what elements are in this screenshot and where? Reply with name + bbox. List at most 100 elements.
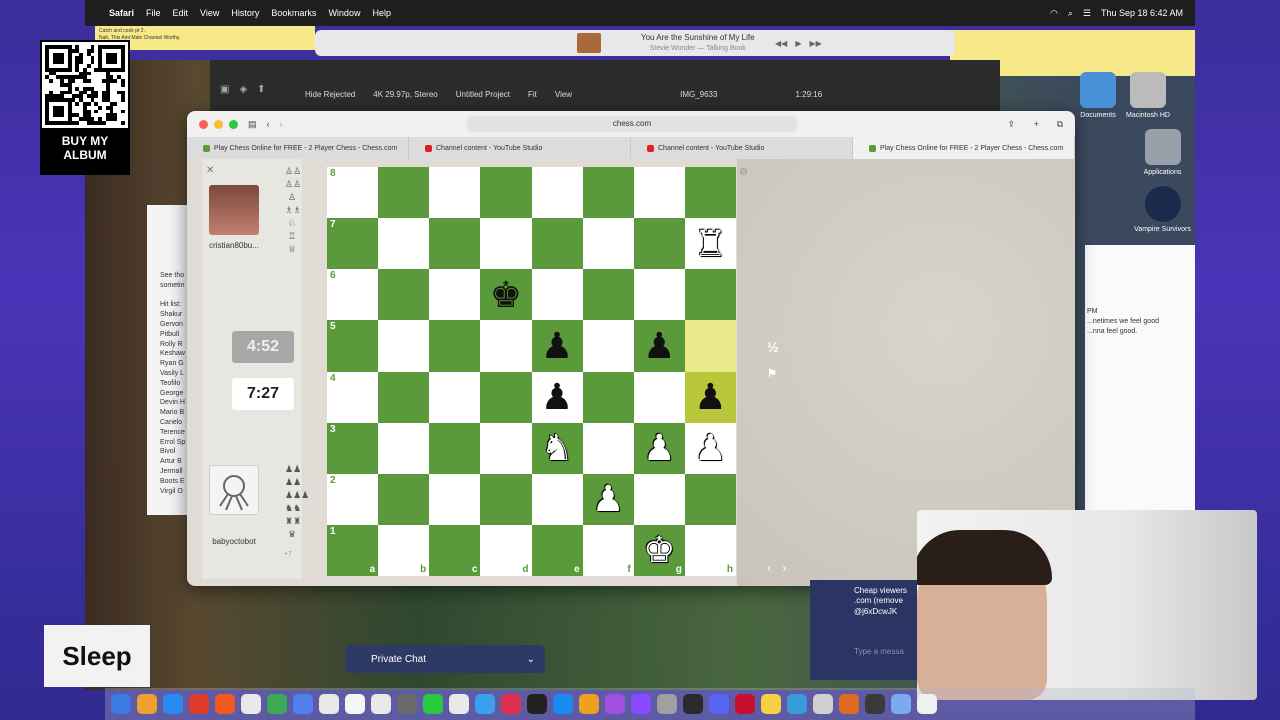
square-c5[interactable] (429, 320, 481, 372)
square-f2[interactable]: ♟ (582, 473, 634, 525)
fit-select[interactable]: Fit (528, 90, 537, 99)
square-d6[interactable]: ♚ (480, 269, 532, 321)
square-g2[interactable] (633, 473, 685, 525)
dock-app-icon[interactable] (709, 694, 729, 714)
square-f1[interactable]: f (582, 524, 634, 576)
player-name[interactable]: babyoctobot (199, 537, 269, 546)
square-a7[interactable]: 7 (327, 218, 379, 270)
sidebar-icon[interactable]: ▤ (248, 119, 257, 130)
dock-app-icon[interactable] (527, 694, 547, 714)
close-window-button[interactable] (199, 119, 208, 129)
square-c6[interactable] (429, 269, 481, 321)
dock-app-icon[interactable] (683, 694, 703, 714)
square-g8[interactable] (633, 167, 685, 219)
zoom-window-button[interactable] (229, 119, 238, 129)
dock-app-icon[interactable] (657, 694, 677, 714)
dock-app-icon[interactable] (319, 694, 339, 714)
settings-gear-icon[interactable]: ⚙ (739, 167, 748, 178)
tab-chess-1[interactable]: Play Chess Online for FREE - 2 Player Ch… (187, 137, 409, 159)
square-h6[interactable] (684, 269, 736, 321)
square-e3[interactable]: ♞ (531, 422, 583, 474)
dock-app-icon[interactable] (735, 694, 755, 714)
square-c3[interactable] (429, 422, 481, 474)
square-e1[interactable]: e (531, 524, 583, 576)
white-piece-e3[interactable]: ♞ (541, 430, 573, 466)
dock-app-icon[interactable] (215, 694, 235, 714)
dock-app-icon[interactable] (137, 694, 157, 714)
black-piece-e5[interactable]: ♟ (541, 327, 573, 364)
square-b2[interactable] (378, 473, 430, 525)
dock-app-icon[interactable] (839, 694, 859, 714)
square-a2[interactable]: 2 (327, 473, 379, 525)
menu-file[interactable]: File (146, 8, 161, 18)
square-a6[interactable]: 6 (327, 269, 379, 321)
dock-app-icon[interactable] (761, 694, 781, 714)
square-a4[interactable]: 4 (327, 371, 379, 423)
previous-move-icon[interactable]: ‹ (767, 561, 771, 575)
square-h3[interactable]: ♟ (684, 422, 736, 474)
square-d1[interactable]: d (480, 524, 532, 576)
dock-app-icon[interactable] (579, 694, 599, 714)
dock-app-icon[interactable] (267, 694, 287, 714)
rewind-icon[interactable]: ◀◀ (775, 39, 787, 48)
dock-app-icon[interactable] (631, 694, 651, 714)
music-miniplayer[interactable]: ◀◀ ▶ ▶▶ You Are the Sunshine of My Life … (315, 30, 955, 56)
share-icon[interactable]: ⇪ (1007, 119, 1015, 130)
dock-app-icon[interactable] (371, 694, 391, 714)
menu-window[interactable]: Window (328, 8, 360, 18)
menu-view[interactable]: View (200, 8, 219, 18)
dock-app-icon[interactable] (813, 694, 833, 714)
dock-app-icon[interactable] (449, 694, 469, 714)
square-d8[interactable] (480, 167, 532, 219)
white-piece-h7[interactable]: ♜ (694, 225, 726, 262)
dock-app-icon[interactable] (163, 694, 183, 714)
white-piece-h3[interactable]: ♟ (694, 430, 726, 466)
forward-icon[interactable]: › (280, 119, 283, 129)
square-c4[interactable] (429, 371, 481, 423)
notes-window[interactable]: PM ...netimes we feel good ...nna feel g… (1085, 245, 1195, 510)
dock-app-icon[interactable] (605, 694, 625, 714)
tab-overview-icon[interactable]: ⧉ (1057, 119, 1063, 130)
black-piece-g5[interactable]: ♟ (643, 327, 675, 364)
offer-draw-button[interactable]: ½ (767, 339, 779, 355)
square-b7[interactable] (378, 218, 430, 270)
square-g1[interactable]: g ♚ (633, 524, 685, 576)
square-h8[interactable] (684, 167, 736, 219)
square-c7[interactable] (429, 218, 481, 270)
square-d2[interactable] (480, 473, 532, 525)
player-avatar[interactable] (209, 465, 259, 515)
square-f6[interactable] (582, 269, 634, 321)
next-move-icon[interactable]: › (782, 561, 786, 575)
square-f7[interactable] (582, 218, 634, 270)
black-piece-h4[interactable]: ♟ (694, 379, 726, 415)
minimize-window-button[interactable] (214, 119, 223, 129)
dock-app-icon[interactable] (787, 694, 807, 714)
square-d7[interactable] (480, 218, 532, 270)
square-g3[interactable]: ♟ (633, 422, 685, 474)
square-f4[interactable] (582, 371, 634, 423)
menu-edit[interactable]: Edit (173, 8, 189, 18)
hide-rejected-select[interactable]: Hide Rejected (305, 90, 355, 99)
dock-app-icon[interactable] (111, 694, 131, 714)
dock-app-icon[interactable] (891, 694, 911, 714)
square-b3[interactable] (378, 422, 430, 474)
square-h1[interactable]: h (684, 524, 736, 576)
black-piece-d6[interactable]: ♚ (490, 276, 522, 313)
desktop-icon-macintosh-hd[interactable]: Macintosh HD (1126, 72, 1170, 119)
tab-chess-active[interactable]: Play Chess Online for FREE - 2 Player Ch… (853, 137, 1075, 159)
opponent-avatar[interactable] (209, 185, 259, 235)
opponent-name[interactable]: cristian80bu... (199, 241, 269, 250)
search-icon[interactable]: ⌕ (1068, 8, 1073, 19)
square-f5[interactable] (582, 320, 634, 372)
square-e4[interactable]: ♟ (531, 371, 583, 423)
square-e7[interactable] (531, 218, 583, 270)
square-a3[interactable]: 3 (327, 422, 379, 474)
square-d3[interactable] (480, 422, 532, 474)
private-chat-button[interactable]: Private Chat ⌄ (345, 645, 545, 673)
square-b4[interactable] (378, 371, 430, 423)
square-b5[interactable] (378, 320, 430, 372)
square-e6[interactable] (531, 269, 583, 321)
white-piece-g3[interactable]: ♟ (643, 430, 675, 466)
square-c2[interactable] (429, 473, 481, 525)
dock-app-icon[interactable] (917, 694, 937, 714)
